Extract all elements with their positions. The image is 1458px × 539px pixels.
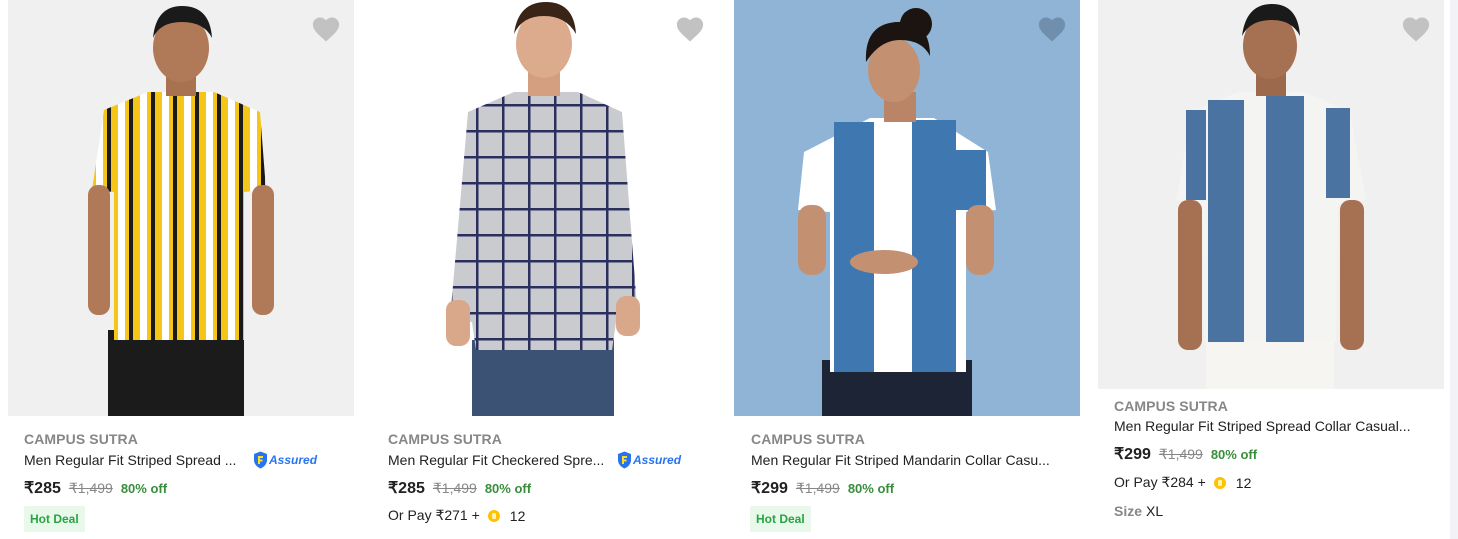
discount-percent: 80% off	[484, 481, 532, 496]
coin-count: 12	[509, 507, 526, 524]
hot-deal-badge: Hot Deal	[24, 506, 85, 532]
assured-shield-icon	[618, 451, 631, 469]
heart-icon[interactable]	[1401, 15, 1431, 43]
scroll-edge-divider	[1450, 0, 1458, 539]
hot-deal-badge: Hot Deal	[750, 506, 811, 532]
brand-name: CAMPUS SUTRA	[24, 431, 138, 447]
or-pay-text: Or Pay ₹284 +	[1114, 474, 1206, 490]
selling-price: ₹285	[24, 480, 61, 497]
product-card[interactable]: CAMPUS SUTRA Men Regular Fit Checkered S…	[372, 0, 718, 539]
discount-percent: 80% off	[120, 481, 168, 496]
size-info: Size XL	[1114, 503, 1163, 519]
price-row: ₹285 ₹1,499 80% off	[388, 478, 531, 498]
product-title[interactable]: Men Regular Fit Checkered Spre...	[388, 452, 616, 468]
product-title[interactable]: Men Regular Fit Striped Spread Collar Ca…	[1114, 418, 1432, 434]
brand-name: CAMPUS SUTRA	[751, 431, 865, 447]
product-card[interactable]: CAMPUS SUTRA Men Regular Fit Striped Man…	[734, 0, 1080, 539]
product-card[interactable]: CAMPUS SUTRA Men Regular Fit Striped Spr…	[1098, 0, 1444, 539]
heart-icon[interactable]	[675, 15, 705, 43]
or-pay-row: Or Pay ₹271 + 12	[388, 507, 525, 524]
supercoin-icon	[487, 509, 500, 522]
original-price: ₹1,499	[68, 480, 113, 496]
discount-percent: 80% off	[1210, 447, 1258, 462]
heart-icon[interactable]	[1037, 15, 1067, 43]
product-title[interactable]: Men Regular Fit Striped Spread ...	[24, 452, 252, 468]
assured-badge: Assured	[617, 450, 681, 470]
coin-count: 12	[1235, 474, 1252, 491]
product-image[interactable]	[734, 0, 1080, 416]
product-card[interactable]: CAMPUS SUTRA Men Regular Fit Striped Spr…	[8, 0, 354, 539]
supercoin-icon	[1213, 476, 1226, 489]
selling-price: ₹299	[1114, 446, 1151, 463]
heart-icon[interactable]	[311, 15, 341, 43]
selling-price: ₹285	[388, 480, 425, 497]
size-value: XL	[1146, 503, 1164, 519]
brand-name: CAMPUS SUTRA	[1114, 398, 1228, 414]
assured-shield-icon	[254, 451, 267, 469]
product-image[interactable]	[8, 0, 354, 416]
brand-name: CAMPUS SUTRA	[388, 431, 502, 447]
size-label: Size	[1114, 503, 1143, 519]
original-price: ₹1,499	[795, 480, 840, 496]
price-row: ₹299 ₹1,499 80% off	[751, 478, 894, 498]
price-row: ₹299 ₹1,499 80% off	[1114, 444, 1257, 464]
product-image[interactable]	[1098, 0, 1444, 389]
assured-label: Assured	[633, 453, 682, 467]
price-row: ₹285 ₹1,499 80% off	[24, 478, 167, 498]
assured-badge: Assured	[253, 450, 317, 470]
discount-percent: 80% off	[847, 481, 895, 496]
product-image[interactable]	[372, 0, 718, 416]
product-title[interactable]: Men Regular Fit Striped Mandarin Collar …	[751, 452, 1069, 468]
original-price: ₹1,499	[1158, 446, 1203, 462]
selling-price: ₹299	[751, 480, 788, 497]
or-pay-text: Or Pay ₹271 +	[388, 507, 480, 523]
or-pay-row: Or Pay ₹284 + 12	[1114, 474, 1251, 491]
original-price: ₹1,499	[432, 480, 477, 496]
assured-label: Assured	[269, 453, 318, 467]
